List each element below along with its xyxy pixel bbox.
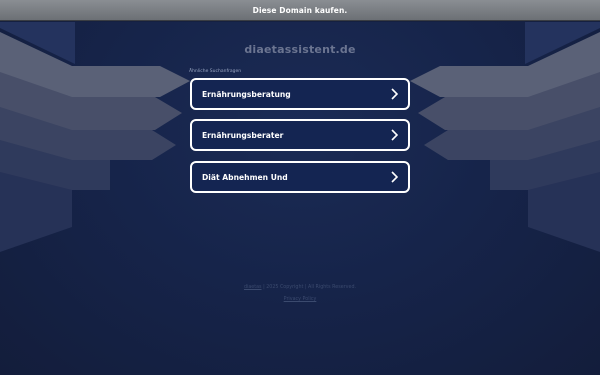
chevron-right-icon (391, 88, 398, 100)
domain-title: diaetassistent.de (244, 43, 356, 56)
parking-page: diaetassistent.de Ähnliche Suchanfragen … (0, 22, 600, 375)
buy-domain-text[interactable]: Diese Domain kaufen. (253, 6, 348, 15)
related-link-diaet-abnehmen-und[interactable]: Diät Abnehmen Und (190, 161, 410, 193)
related-link-label[interactable]: Ernährungsberatung (202, 90, 291, 99)
related-link-ernaehrungsberater[interactable]: Ernährungsberater (190, 119, 410, 151)
buy-domain-banner[interactable]: Diese Domain kaufen. (0, 0, 600, 21)
site-link[interactable]: diaetas (244, 285, 262, 290)
privacy-policy-link[interactable]: Privacy Policy (284, 297, 317, 302)
related-link-label[interactable]: Diät Abnehmen Und (202, 173, 288, 182)
copyright-text: | 2025 Copyright | All Rights Reserved. (263, 285, 357, 290)
copyright-line: diaetas | 2025 Copyright | All Rights Re… (0, 285, 600, 290)
related-link-label[interactable]: Ernährungsberater (202, 131, 283, 140)
related-searches-label: Ähnliche Suchanfragen (189, 69, 242, 74)
related-link-ernaehrungsberatung[interactable]: Ernährungsberatung (190, 78, 410, 110)
chevron-right-icon (391, 129, 398, 141)
privacy-line: Privacy Policy (0, 297, 600, 302)
chevron-right-icon (391, 171, 398, 183)
background-shapes (0, 22, 600, 252)
